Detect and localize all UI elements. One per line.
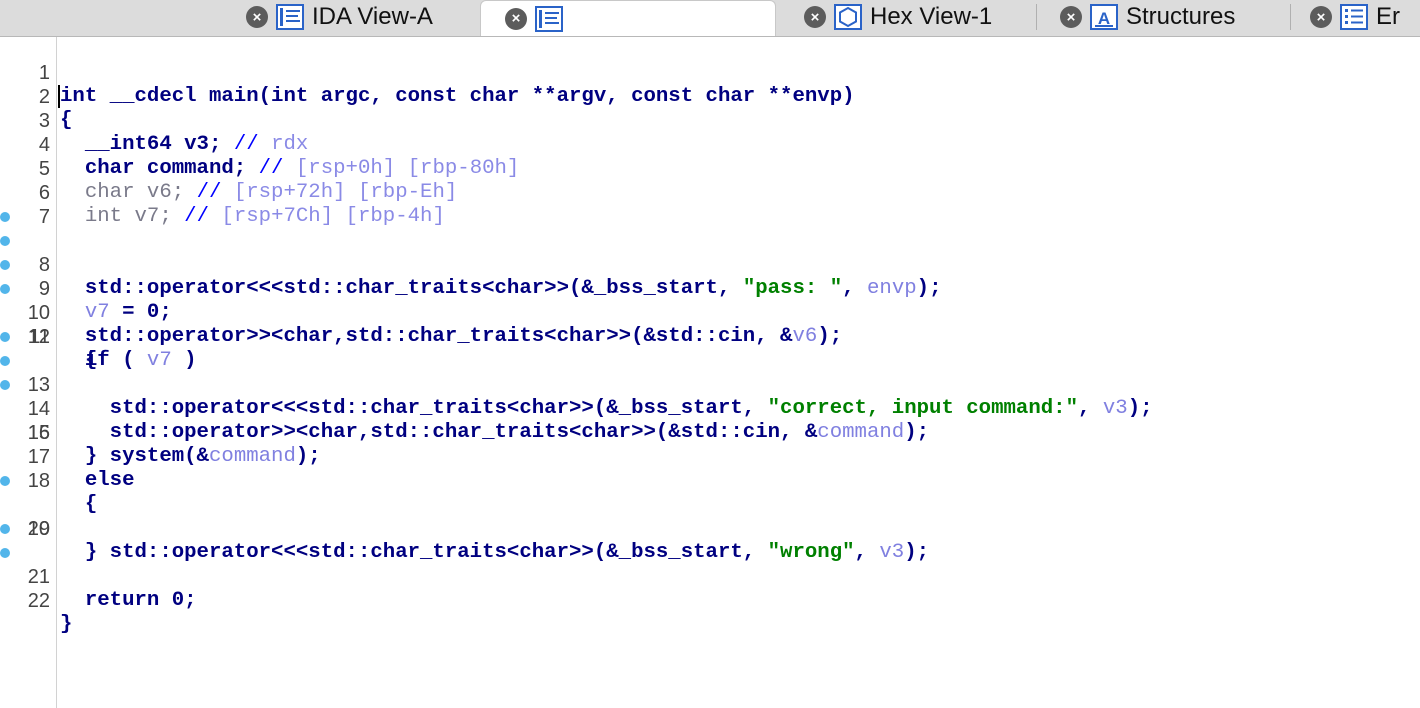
tab-bar: × IDA View-A × × Hex View-1 × A Structur…: [0, 0, 1420, 37]
hex-view-icon: [834, 4, 862, 30]
enums-icon: [1340, 4, 1368, 30]
tab-ida-view-a[interactable]: × IDA View-A: [226, 0, 462, 34]
code-line[interactable]: 14 std::operator>><char,std::char_traits…: [0, 349, 1420, 444]
tab-label: Structures: [1126, 3, 1236, 30]
code-line[interactable]: 7: [0, 181, 1420, 228]
tab-label: Hex View-1: [870, 3, 993, 30]
close-icon[interactable]: ×: [246, 6, 268, 28]
code-text[interactable]: return 0;: [60, 589, 197, 613]
close-icon[interactable]: ×: [505, 7, 527, 30]
line-number: 22: [27, 590, 50, 612]
tab-label: IDA View-A: [312, 3, 433, 30]
close-icon[interactable]: ×: [804, 6, 826, 28]
code-line[interactable]: 9 v7 = 0;: [0, 229, 1420, 324]
code-text[interactable]: }: [60, 613, 72, 637]
code-line[interactable]: 20 }: [0, 493, 1420, 564]
breakpoint-dot[interactable]: [0, 380, 10, 390]
tab-structures[interactable]: × A Structures: [1040, 0, 1288, 34]
code-line[interactable]: 1 int __cdecl main(int argc, const char …: [0, 37, 1420, 108]
code-line[interactable]: 3 __int64 v3; // rdx: [0, 85, 1420, 156]
breakpoint-dot[interactable]: [0, 212, 10, 222]
tab-separator: [1036, 4, 1037, 30]
tab-enums[interactable]: × Er: [1290, 0, 1420, 34]
code-line[interactable]: 10 std::operator>><char,std::char_traits…: [0, 253, 1420, 348]
pseudocode-view[interactable]: 1 int __cdecl main(int argc, const char …: [0, 37, 1420, 636]
tab-label: Er: [1376, 3, 1400, 30]
code-line[interactable]: 11 if ( v7 ): [0, 277, 1420, 372]
code-line[interactable]: 12 {: [0, 301, 1420, 372]
close-icon[interactable]: ×: [1060, 6, 1082, 28]
code-line[interactable]: 21 return 0;: [0, 517, 1420, 612]
code-line[interactable]: 2 {: [0, 61, 1420, 132]
code-line[interactable]: 5 char v6; // [rsp+72h] [rbp-Eh]: [0, 133, 1420, 204]
breakpoint-dot[interactable]: [0, 260, 10, 270]
code-line[interactable]: 17 else: [0, 421, 1420, 492]
pseudocode-icon: [535, 5, 563, 32]
code-line[interactable]: 6 int v7; // [rsp+7Ch] [rbp-4h]: [0, 157, 1420, 228]
code-line[interactable]: 15 system(&command);: [0, 373, 1420, 468]
brace: }: [60, 613, 73, 636]
ida-view-icon: [276, 4, 304, 30]
code-line[interactable]: 13 std::operator<<<std::char_traits<char…: [0, 325, 1420, 420]
structures-icon: A: [1090, 4, 1118, 30]
breakpoint-dot[interactable]: [0, 476, 10, 486]
code-line[interactable]: 8 std::operator<<<std::char_traits<char>…: [0, 205, 1420, 300]
breakpoint-dot[interactable]: [0, 356, 10, 366]
code-line[interactable]: 4 char command; // [rsp+0h] [rbp-80h]: [0, 109, 1420, 180]
code-line[interactable]: 22 }: [0, 541, 1420, 636]
breakpoint-dot[interactable]: [0, 332, 10, 342]
code-line[interactable]: 19 std::operator<<<std::char_traits<char…: [0, 469, 1420, 564]
close-icon[interactable]: ×: [1310, 6, 1332, 28]
breakpoint-dot[interactable]: [0, 524, 10, 534]
breakpoint-dot[interactable]: [0, 284, 10, 294]
breakpoint-dot[interactable]: [0, 548, 10, 558]
tab-pseudocode[interactable]: ×: [480, 0, 776, 36]
return-statement[interactable]: return 0;: [60, 589, 197, 612]
code-line[interactable]: 18 {: [0, 445, 1420, 516]
breakpoint-dot[interactable]: [0, 236, 10, 246]
code-line[interactable]: 16 }: [0, 397, 1420, 468]
tab-hex-view-1[interactable]: × Hex View-1: [784, 0, 1030, 34]
